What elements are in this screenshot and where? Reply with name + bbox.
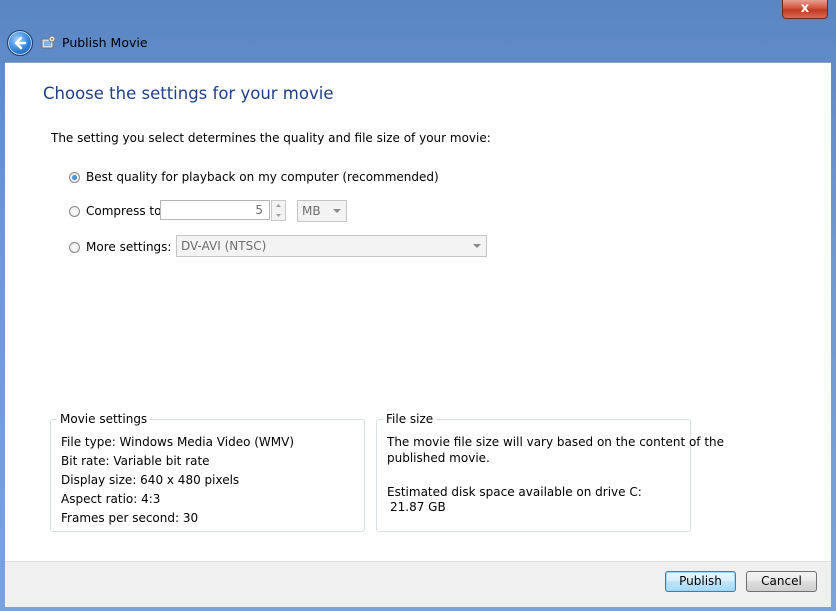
best-quality-radio[interactable] bbox=[69, 171, 80, 183]
compress-radio[interactable] bbox=[69, 205, 80, 217]
movie-setting-line: Display size: 640 x 480 pixels bbox=[61, 473, 240, 487]
content-area: Choose the settings for your movie The s… bbox=[5, 62, 831, 561]
disk-space-value: 21.87 GB bbox=[390, 500, 446, 514]
file-size-note: published movie. bbox=[387, 451, 490, 465]
chevron-down-icon bbox=[473, 244, 481, 248]
compress-option[interactable]: Compress to: bbox=[69, 204, 166, 218]
chevron-down-icon bbox=[333, 209, 341, 213]
button-bar: Publish Cancel bbox=[5, 561, 831, 607]
publish-movie-window: x Publish Movie Choose the settings for … bbox=[0, 0, 836, 611]
best-quality-option[interactable]: Best quality for playback on my computer… bbox=[69, 170, 439, 184]
page-heading: Choose the settings for your movie bbox=[43, 84, 334, 103]
more-settings-select[interactable]: DV-AVI (NTSC) bbox=[176, 235, 487, 257]
movie-setting-line: File type: Windows Media Video (WMV) bbox=[61, 435, 295, 449]
best-quality-label: Best quality for playback on my computer… bbox=[86, 170, 439, 184]
publish-button[interactable]: Publish bbox=[665, 571, 736, 592]
back-button[interactable] bbox=[7, 30, 33, 56]
back-arrow-icon bbox=[14, 36, 27, 50]
more-settings-value: DV-AVI (NTSC) bbox=[181, 239, 267, 253]
file-size-group: File size bbox=[376, 412, 691, 532]
title-bar: x Publish Movie bbox=[0, 0, 836, 62]
compress-label: Compress to: bbox=[86, 204, 166, 218]
more-settings-radio[interactable] bbox=[69, 241, 80, 253]
spin-down-icon[interactable] bbox=[272, 211, 285, 220]
compress-size-input[interactable]: 5 bbox=[160, 200, 270, 220]
movie-settings-legend: Movie settings bbox=[60, 412, 148, 426]
file-size-legend: File size bbox=[386, 412, 434, 426]
compress-size-stepper[interactable] bbox=[271, 200, 286, 221]
movie-setting-line: Aspect ratio: 4:3 bbox=[61, 492, 161, 506]
compress-unit-value: MB bbox=[302, 204, 321, 218]
movie-maker-icon bbox=[41, 35, 56, 49]
close-button[interactable]: x bbox=[782, 0, 828, 19]
disk-space-label: Estimated disk space available on drive … bbox=[387, 485, 642, 499]
intro-text: The setting you select determines the qu… bbox=[51, 131, 491, 145]
movie-setting-line: Bit rate: Variable bit rate bbox=[61, 454, 210, 468]
cancel-button[interactable]: Cancel bbox=[746, 571, 817, 592]
more-settings-label: More settings: bbox=[86, 240, 172, 254]
movie-setting-line: Frames per second: 30 bbox=[61, 511, 199, 525]
spin-up-icon[interactable] bbox=[272, 201, 285, 210]
compress-unit-select[interactable]: MB bbox=[297, 200, 347, 222]
window-title: Publish Movie bbox=[62, 35, 148, 50]
more-settings-option[interactable]: More settings: bbox=[69, 240, 171, 254]
file-size-note: The movie file size will vary based on t… bbox=[387, 435, 725, 449]
close-icon: x bbox=[800, 1, 810, 16]
